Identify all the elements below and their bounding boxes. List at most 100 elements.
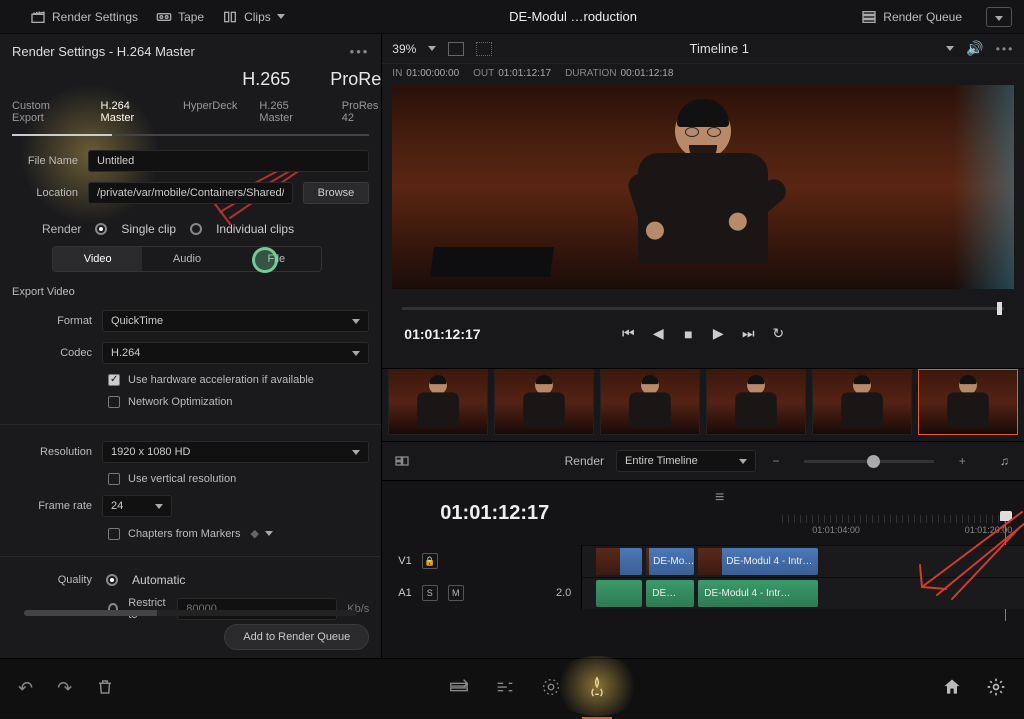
render-settings-toggle[interactable]: Render Settings	[30, 9, 138, 25]
preset-h265[interactable]: H.265	[242, 69, 290, 90]
speaker-icon[interactable]: 🔊	[966, 40, 983, 57]
chapters-label: Chapters from Markers	[128, 528, 240, 540]
grid-icon[interactable]	[476, 42, 492, 56]
video-lane[interactable]: DE-Mo… DE-Modul 4 - Intr…	[582, 545, 1024, 577]
thumbnail[interactable]: 24	[600, 369, 700, 435]
format-select[interactable]: QuickTime	[102, 310, 369, 332]
redo-button[interactable]: ↷	[57, 678, 72, 699]
preset-prores[interactable]: ProRe	[330, 69, 381, 90]
timeline-ruler[interactable]: 01:01:04:00 01:01:20:00	[782, 515, 1014, 537]
viewer-timecode: 01:01:12:17	[404, 326, 480, 342]
quality-auto-label: Automatic	[132, 573, 185, 587]
solo-button[interactable]: S	[422, 585, 438, 601]
in-timecode: 01:00:00:00	[406, 68, 459, 79]
edit-page-icon[interactable]	[494, 676, 516, 701]
cut-page-icon[interactable]	[448, 676, 470, 701]
radio-quality-auto[interactable]	[106, 574, 118, 586]
duration-timecode: 00:01:12:18	[621, 68, 674, 79]
radio-individual-clips[interactable]	[190, 223, 202, 235]
jog-bar[interactable]	[402, 299, 1004, 317]
chevron-down-icon[interactable]	[428, 46, 436, 51]
panel-menu-button[interactable]: •••	[350, 44, 370, 59]
audio-clip[interactable]: DE-Modul 4 - Intr…	[698, 580, 818, 607]
home-button[interactable]	[942, 677, 962, 700]
timeline-timecode: 01:01:12:17	[440, 502, 549, 525]
play-button[interactable]: ▶	[708, 325, 728, 342]
first-frame-button[interactable]: ⏮	[618, 325, 638, 342]
stop-button[interactable]: ■	[678, 326, 698, 342]
settings-button[interactable]	[986, 677, 1006, 700]
render-mode-label: Render	[42, 222, 81, 236]
trash-button[interactable]	[96, 678, 114, 699]
zoom-slider[interactable]	[804, 460, 934, 463]
thumbnail[interactable]	[388, 369, 488, 435]
thumbnail[interactable]: 26	[812, 369, 912, 435]
deliver-page-icon[interactable]	[586, 676, 608, 701]
render-queue-toggle[interactable]: Render Queue	[861, 9, 962, 25]
video-clip[interactable]: DE-Modul 4 - Intr…	[698, 548, 818, 575]
zoom-percent[interactable]: 39%	[392, 42, 416, 56]
mute-button[interactable]: M	[448, 585, 464, 601]
browse-button[interactable]: Browse	[303, 182, 370, 204]
viewer-menu-button[interactable]: •••	[996, 42, 1015, 56]
radio-single-clip[interactable]	[95, 223, 107, 235]
tape-toggle[interactable]: Tape	[156, 9, 204, 25]
check-chapters[interactable]	[108, 528, 120, 540]
resolution-select[interactable]: 1920 x 1080 HD	[102, 441, 369, 463]
check-vertical-res[interactable]	[108, 473, 120, 485]
timeline-view-icon[interactable]	[394, 453, 410, 469]
music-icon[interactable]: ♫	[996, 453, 1012, 469]
tab-h264-master[interactable]: H.264 Master	[101, 100, 161, 124]
chevron-down-icon	[995, 16, 1003, 21]
restrict-label: Restrict to	[128, 597, 167, 621]
loop-button[interactable]: ↻	[768, 325, 788, 342]
render-range-select[interactable]: Entire Timeline	[616, 450, 756, 472]
tab-h265-master[interactable]: H.265 Master	[259, 100, 319, 124]
audio-clip[interactable]	[596, 580, 642, 607]
play-reverse-button[interactable]: ◀	[648, 325, 668, 342]
thumbnail[interactable]: 25	[706, 369, 806, 435]
audio-lane[interactable]: DE… DE-Modul 4 - Intr…	[582, 577, 1024, 609]
seg-file[interactable]: File	[232, 247, 321, 271]
codec-label: Codec	[12, 347, 92, 359]
track-lock-icon[interactable]: 🔒	[422, 553, 438, 569]
scrollbar[interactable]	[24, 610, 357, 616]
last-frame-button[interactable]: ⏭	[738, 325, 758, 342]
check-hw-accel[interactable]	[108, 374, 120, 386]
tab-prores-422[interactable]: ProRes 42	[342, 100, 390, 124]
chevron-down-icon	[155, 504, 163, 509]
restrict-input[interactable]	[177, 598, 337, 620]
video-clip[interactable]: DE-Mo…	[646, 548, 694, 575]
timeline-menu-button[interactable]: ≡	[715, 489, 724, 507]
check-net-opt[interactable]	[108, 396, 120, 408]
tab-hyperdeck[interactable]: HyperDeck	[183, 100, 237, 124]
filename-input[interactable]	[88, 150, 369, 172]
thumbnail-selected[interactable]: 27	[918, 369, 1018, 435]
location-input[interactable]	[88, 182, 293, 204]
chevron-down-icon[interactable]	[946, 46, 954, 51]
zoom-out-button[interactable]: −	[768, 453, 784, 469]
vertical-res-label: Use vertical resolution	[128, 473, 236, 485]
undo-button[interactable]: ↶	[18, 678, 33, 699]
seg-video[interactable]: Video	[53, 247, 142, 271]
individual-clips-label: Individual clips	[216, 222, 294, 236]
viewer-monitor[interactable]	[392, 85, 1014, 289]
chevron-down-icon[interactable]	[265, 531, 273, 536]
video-clip[interactable]	[596, 548, 642, 575]
fusion-page-icon[interactable]	[540, 676, 562, 701]
audio-clip[interactable]: DE…	[646, 580, 694, 607]
render-settings-label: Render Settings	[52, 10, 138, 24]
add-to-render-queue-button[interactable]: Add to Render Queue	[224, 624, 369, 650]
safe-area-icon[interactable]	[448, 42, 464, 56]
clips-dropdown[interactable]: Clips	[222, 9, 285, 25]
framerate-select[interactable]: 24	[102, 495, 172, 517]
seg-audio[interactable]: Audio	[142, 247, 231, 271]
codec-select[interactable]: H.264	[102, 342, 369, 364]
queue-expand-button[interactable]	[986, 7, 1012, 27]
zoom-in-button[interactable]: +	[954, 453, 970, 469]
in-label: IN	[392, 68, 402, 79]
tag-icon[interactable]: ◆	[250, 527, 258, 540]
thumbnail[interactable]: 23	[494, 369, 594, 435]
out-timecode: 01:01:12:17	[498, 68, 551, 79]
tab-custom-export[interactable]: Custom Export	[12, 100, 79, 124]
